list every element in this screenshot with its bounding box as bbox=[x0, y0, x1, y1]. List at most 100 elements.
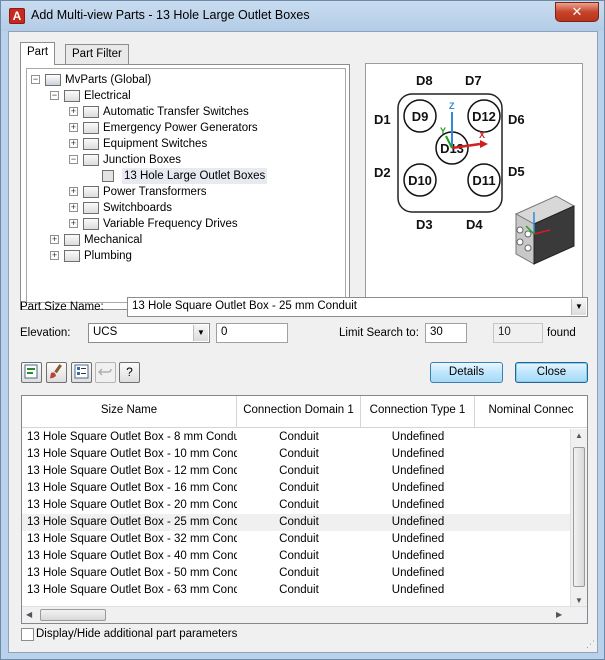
horizontal-scroll-thumb[interactable] bbox=[40, 609, 106, 621]
dialog-client-area: Part Part Filter − MvParts (Global) − Elect… bbox=[8, 31, 598, 653]
tree-item-label: Electrical bbox=[84, 90, 131, 102]
part-size-dropdown[interactable]: 13 Hole Square Outlet Box - 25 mm Condui… bbox=[127, 297, 588, 317]
parts-tree[interactable]: − MvParts (Global) − Electrical + Automatic T… bbox=[26, 68, 346, 303]
elevation-dropdown[interactable]: UCS ▼ bbox=[88, 323, 210, 343]
tree-item-label: Mechanical bbox=[84, 234, 143, 246]
part-size-label: Part Size Name: bbox=[20, 301, 104, 313]
help-icon[interactable]: ? bbox=[119, 362, 140, 383]
parts-grid[interactable]: Size Name Connection Domain 1 Connection… bbox=[21, 395, 588, 624]
table-cell: Conduit bbox=[279, 448, 319, 460]
expand-icon[interactable]: + bbox=[69, 203, 78, 212]
table-cell: Undefined bbox=[391, 482, 445, 494]
column-header-nominal-connection[interactable]: Nominal Connec bbox=[475, 396, 587, 428]
table-cell: 13 Hole Square Outlet Box - 63 mm Condui… bbox=[27, 584, 237, 596]
tree-item[interactable]: − Junction Boxes bbox=[27, 152, 337, 168]
elevation-label: Elevation: bbox=[20, 327, 71, 339]
part-properties-icon[interactable] bbox=[71, 362, 92, 383]
tree-item-label: Variable Frequency Drives bbox=[103, 218, 238, 230]
collapse-icon[interactable]: − bbox=[31, 75, 40, 84]
tree-item[interactable]: 13 Hole Large Outlet Boxes bbox=[27, 168, 337, 184]
catalog-icon bbox=[45, 74, 61, 86]
axis-z-label: Z bbox=[449, 101, 455, 111]
folder-icon bbox=[83, 138, 99, 150]
folder-icon bbox=[64, 250, 80, 262]
label-d5: D5 bbox=[508, 164, 525, 179]
additional-parameters-checkbox[interactable] bbox=[21, 628, 34, 641]
table-row[interactable]: 13 Hole Square Outlet Box - 16 mm Condui… bbox=[22, 480, 570, 497]
table-cell: 13 Hole Square Outlet Box - 40 mm Condui… bbox=[27, 550, 237, 562]
collapse-icon[interactable]: − bbox=[69, 155, 78, 164]
grid-horizontal-scrollbar[interactable]: ◀ ▶ bbox=[22, 606, 587, 623]
part-size-value: 13 Hole Square Outlet Box - 25 mm Condui… bbox=[132, 300, 358, 312]
tab-part[interactable]: Part bbox=[20, 42, 56, 65]
table-cell: 13 Hole Square Outlet Box - 8 mm Conduit bbox=[27, 431, 237, 443]
tree-item[interactable]: + Power Transformers bbox=[27, 184, 337, 200]
column-header-connection-domain[interactable]: Connection Domain 1 bbox=[237, 396, 361, 428]
expand-icon[interactable]: + bbox=[69, 139, 78, 148]
undo-icon[interactable] bbox=[95, 362, 116, 383]
elevation-offset-input[interactable]: 0 bbox=[216, 323, 288, 343]
table-row[interactable]: 13 Hole Square Outlet Box - 10 mm Condui… bbox=[22, 446, 570, 463]
table-cell: 13 Hole Square Outlet Box - 12 mm Condui… bbox=[27, 465, 237, 477]
tree-item[interactable]: + Plumbing bbox=[27, 248, 337, 264]
axis-y-label: Y bbox=[440, 126, 446, 136]
table-row[interactable]: 13 Hole Square Outlet Box - 20 mm Condui… bbox=[22, 497, 570, 514]
additional-parameters-label: Display/Hide additional part parameters bbox=[36, 628, 238, 640]
column-header-size-name[interactable]: Size Name bbox=[22, 396, 237, 428]
table-cell: Undefined bbox=[391, 584, 445, 596]
scroll-down-icon[interactable]: ▼ bbox=[575, 596, 583, 605]
resize-gripper-icon[interactable]: ⋰ bbox=[586, 639, 595, 650]
table-row[interactable]: 13 Hole Square Outlet Box - 50 mm Condui… bbox=[22, 565, 570, 582]
hole-d9: D9 bbox=[412, 109, 429, 124]
tree-item[interactable]: + Switchboards bbox=[27, 200, 337, 216]
table-row[interactable]: 13 Hole Square Outlet Box - 32 mm Condui… bbox=[22, 531, 570, 548]
chevron-down-icon[interactable]: ▼ bbox=[193, 325, 208, 341]
tree-item[interactable]: − MvParts (Global) bbox=[27, 72, 337, 88]
tree-item[interactable]: + Variable Frequency Drives bbox=[27, 216, 337, 232]
tree-item[interactable]: + Automatic Transfer Switches bbox=[27, 104, 337, 120]
table-cell: Conduit bbox=[279, 482, 319, 494]
scroll-up-icon[interactable]: ▲ bbox=[575, 431, 583, 440]
add-catalog-icon[interactable] bbox=[21, 362, 42, 383]
close-button[interactable]: Close bbox=[515, 362, 588, 383]
tree-item[interactable]: + Mechanical bbox=[27, 232, 337, 248]
table-cell: Conduit bbox=[279, 550, 319, 562]
part-icon bbox=[102, 170, 114, 182]
column-header-connection-type[interactable]: Connection Type 1 bbox=[361, 396, 475, 428]
title-bar[interactable]: A Add Multi-view Parts - 13 Hole Large O… bbox=[1, 1, 604, 31]
expand-icon[interactable]: + bbox=[69, 107, 78, 116]
expand-icon[interactable]: + bbox=[69, 123, 78, 132]
window-close-button[interactable]: ✕ bbox=[555, 2, 599, 22]
table-row[interactable]: 13 Hole Square Outlet Box - 63 mm Condui… bbox=[22, 582, 570, 599]
collapse-icon[interactable]: − bbox=[50, 91, 59, 100]
part-tab-panel: − MvParts (Global) − Electrical + Automatic T… bbox=[20, 64, 350, 310]
chevron-down-icon[interactable]: ▼ bbox=[571, 299, 586, 315]
details-button[interactable]: Details bbox=[430, 362, 503, 383]
paint-brush-icon[interactable] bbox=[46, 362, 67, 383]
table-row[interactable]: 13 Hole Square Outlet Box - 8 mm Conduit… bbox=[22, 429, 570, 446]
tree-item[interactable]: − Electrical bbox=[27, 88, 337, 104]
folder-icon bbox=[83, 186, 99, 198]
tree-item-label: Plumbing bbox=[84, 250, 132, 262]
expand-icon[interactable]: + bbox=[50, 251, 59, 260]
tree-item[interactable]: + Emergency Power Generators bbox=[27, 120, 337, 136]
table-row[interactable]: 13 Hole Square Outlet Box - 12 mm Condui… bbox=[22, 463, 570, 480]
tree-item[interactable]: + Equipment Switches bbox=[27, 136, 337, 152]
table-row[interactable]: 13 Hole Square Outlet Box - 40 mm Condui… bbox=[22, 548, 570, 565]
vertical-scroll-thumb[interactable] bbox=[573, 447, 585, 587]
table-row[interactable]: 13 Hole Square Outlet Box - 25 mm Condui… bbox=[22, 514, 570, 531]
grid-vertical-scrollbar[interactable]: ▲ ▼ bbox=[570, 429, 587, 607]
expand-icon[interactable]: + bbox=[50, 235, 59, 244]
tab-part-filter[interactable]: Part Filter bbox=[65, 44, 129, 64]
folder-icon bbox=[83, 202, 99, 214]
expand-icon[interactable]: + bbox=[69, 219, 78, 228]
scroll-right-icon[interactable]: ▶ bbox=[556, 610, 562, 619]
limit-search-input[interactable]: 30 bbox=[425, 323, 467, 343]
folder-icon bbox=[83, 218, 99, 230]
table-cell: Conduit bbox=[279, 499, 319, 511]
label-d4: D4 bbox=[466, 217, 483, 232]
scroll-left-icon[interactable]: ◀ bbox=[26, 610, 32, 619]
table-cell bbox=[475, 463, 570, 480]
label-d3: D3 bbox=[416, 217, 433, 232]
expand-icon[interactable]: + bbox=[69, 187, 78, 196]
